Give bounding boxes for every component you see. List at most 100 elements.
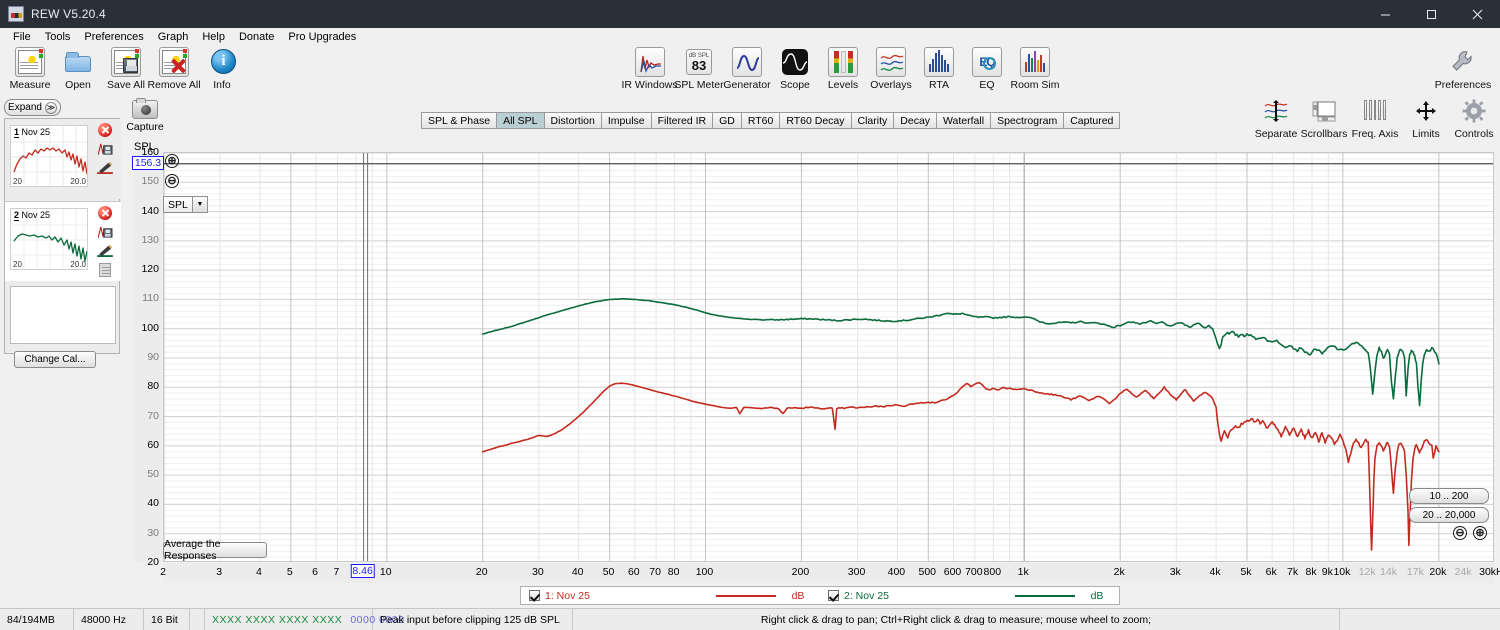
menu-file[interactable]: File [6,30,38,44]
menu-pro-upgrades[interactable]: Pro Upgrades [281,30,363,44]
menu-graph[interactable]: Graph [151,30,196,44]
change-cal-button[interactable]: Change Cal... [14,351,96,368]
scope-button[interactable]: Scope [771,47,819,91]
save-all-button[interactable]: Save All [102,47,150,91]
y-axis-select[interactable]: SPL ▼ [163,196,208,213]
maximize-icon[interactable] [1408,0,1454,28]
legend-checkbox-1[interactable] [529,590,540,601]
y-axis-tick-130: 130 [141,233,159,246]
limits-button[interactable]: Limits [1402,96,1450,140]
capture-button[interactable]: Capture [126,98,164,133]
x-zoom-in-icon[interactable]: ⊕ [1473,526,1487,540]
capture-label: Capture [126,121,164,133]
y-axis-tick-50: 50 [147,468,159,481]
tab-all-spl[interactable]: All SPL [497,113,545,128]
room-sim-button[interactable]: Room Sim [1011,47,1060,91]
ir-windows-button[interactable]: IR Windows [622,47,678,91]
rta-button[interactable]: RTA [915,47,963,91]
y-zoom-out-icon[interactable]: ⊖ [165,174,179,188]
legend-item-2[interactable]: 2: Nov 25 dB [820,587,1119,604]
expand-chevron-icon: ≫ [44,101,57,114]
legend-label-2: 2: Nov 25 [844,589,889,602]
menu-donate[interactable]: Donate [232,30,281,44]
thumb-axis-end-2: 20.0 [70,260,86,269]
info-button[interactable]: i Info [198,47,246,91]
graph-legend: 1: Nov 25 dB 2: Nov 25 dB [520,586,1120,605]
measurement-card-2[interactable]: 2 Nov 25 20 20.0 [5,201,121,281]
graph-y-axis[interactable]: 20 30 40 50 60 70 80 90 100 110 120 130 140 150 160 156… [132,146,164,568]
measurement-card-1[interactable]: 1 Nov 25 20 20.0 [5,119,121,199]
eq-button[interactable]: EQ EQ [963,47,1011,91]
separate-button[interactable]: Separate [1252,96,1300,140]
y-axis-tick-70: 70 [147,409,159,422]
generator-icon [732,47,762,77]
info-icon: i [207,47,237,77]
save-measurement-2-icon[interactable] [94,223,116,241]
delete-measurement-2-icon[interactable] [94,204,116,222]
tab-impulse[interactable]: Impulse [601,113,652,128]
graph-plot-area[interactable] [163,152,1494,562]
tab-waterfall[interactable]: Waterfall [937,113,992,128]
tab-captured[interactable]: Captured [1064,113,1120,128]
levels-button[interactable]: Levels [819,47,867,91]
remove-all-button[interactable]: Remove All [147,47,201,91]
x-zoom-out-icon[interactable]: ⊖ [1453,526,1467,540]
measurement-notes-box[interactable] [10,286,116,344]
save-measurement-1-icon[interactable] [94,140,116,158]
expand-button[interactable]: Expand ≫ [4,99,61,116]
freq-axis-button[interactable]: Freq. Axis [1348,96,1402,140]
generator-button[interactable]: Generator [723,47,771,91]
y-axis-cursor-readout[interactable]: 156.3 [132,155,164,170]
measure-icon [15,47,45,77]
x-axis-tick-20: 20 [475,566,488,578]
tab-filtered-ir[interactable]: Filtered IR [651,113,714,128]
menu-help[interactable]: Help [195,30,232,44]
tab-clarity[interactable]: Clarity [851,113,895,128]
scrollbars-button[interactable]: Scrollbars [1300,96,1348,140]
tab-gd[interactable]: GD [713,113,742,128]
y-zoom-in-icon[interactable]: ⊕ [165,154,179,168]
chevron-down-icon[interactable]: ▼ [192,197,207,212]
tab-rt60-decay[interactable]: RT60 Decay [780,113,852,128]
x-axis-cursor-readout[interactable]: 8.46 [350,564,375,578]
minimize-icon[interactable] [1362,0,1408,28]
graph-x-axis[interactable]: 2 3 4 5 6 7 10 20 30 40 50 60 70 80 100 200 300 400 500 600… [160,563,1500,583]
tab-rt60[interactable]: RT60 [741,113,781,128]
limits-label: Limits [1412,128,1440,140]
open-button[interactable]: Open [54,47,102,91]
controls-button[interactable]: Controls [1450,96,1498,140]
generator-label: Generator [723,79,771,91]
range-preset-10-200[interactable]: 10 .. 200 [1409,488,1489,504]
preferences-button[interactable]: Preferences [1430,47,1496,91]
close-icon[interactable] [1454,0,1500,28]
legend-checkbox-2[interactable] [828,590,839,601]
tab-spl-phase[interactable]: SPL & Phase [422,113,498,128]
measure-button[interactable]: Measure [6,47,54,91]
y-axis-tick-100: 100 [141,321,159,334]
tab-decay[interactable]: Decay [894,113,938,128]
tab-distortion[interactable]: Distortion [544,113,602,128]
legend-item-1[interactable]: 1: Nov 25 dB [521,587,820,604]
x-axis-tick-7k: 7k [1287,566,1299,578]
measurement-1-color-icon[interactable] [94,159,116,177]
scrollbars-label: Scrollbars [1300,128,1348,140]
tab-spectrogram[interactable]: Spectrogram [991,113,1065,128]
measurement-2-color-icon[interactable] [94,242,116,260]
measurement-thumbnail-2[interactable]: 2 Nov 25 20 20.0 [10,208,88,270]
range-preset-20-20000[interactable]: 20 .. 20,000 [1409,507,1489,523]
average-responses-button[interactable]: Average the Responses [163,538,267,562]
y-axis-tick-30: 30 [147,526,159,539]
measurement-card-tools-1 [94,121,118,178]
delete-measurement-1-icon[interactable] [94,121,116,139]
measurement-thumbnail-1[interactable]: 1 Nov 25 20 20.0 [10,125,88,187]
freq-axis-label: Freq. Axis [1351,128,1399,140]
x-axis-tick-5: 5 [286,566,293,578]
y-axis-tick-120: 120 [141,263,159,276]
spl-meter-button[interactable]: dB SPL 83 SPL Meter [674,47,724,91]
overlays-button[interactable]: Overlays [867,47,915,91]
measurement-2-notes-icon[interactable] [94,261,116,279]
expand-label: Expand [8,102,42,113]
menu-tools[interactable]: Tools [38,30,78,44]
graph-tools-group: Separate Scrollbars Freq. Axis Limits Co… [1252,96,1498,140]
menu-preferences[interactable]: Preferences [77,30,150,44]
